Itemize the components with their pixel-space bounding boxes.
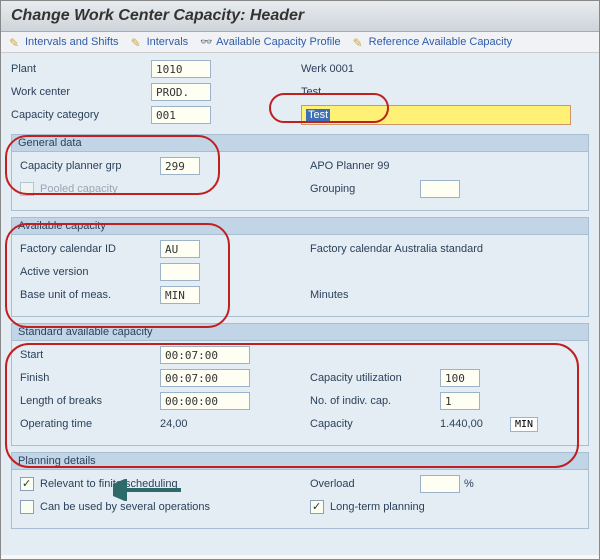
general-data-header: General data	[12, 135, 588, 152]
cpg-input[interactable]	[160, 157, 200, 175]
avail-profile-label: Available Capacity Profile	[216, 36, 341, 48]
content-area: Plant Work center Capacity category Werk…	[1, 53, 599, 555]
cc-input[interactable]	[151, 106, 211, 124]
standard-capacity-header: Standard available capacity	[12, 324, 588, 341]
cap-label: Capacity	[310, 418, 440, 430]
longterm-label: Long-term planning	[330, 501, 425, 513]
available-capacity-group: Available capacity Factory calendar ID A…	[11, 217, 589, 317]
cap-unit: MIN	[510, 417, 538, 432]
cc-desc[interactable]: Test	[306, 109, 330, 121]
pooled-checkbox	[20, 182, 34, 196]
finish-input[interactable]	[160, 369, 250, 387]
cpg-label: Capacity planner grp	[20, 160, 160, 172]
available-capacity-header: Available capacity	[12, 218, 588, 235]
fcal-input[interactable]	[160, 240, 200, 258]
toolbar: Intervals and Shifts Intervals Available…	[1, 32, 599, 53]
longterm-checkbox[interactable]	[310, 500, 324, 514]
fcal-label: Factory calendar ID	[20, 243, 160, 255]
av-label: Active version	[20, 266, 160, 278]
overload-unit: %	[464, 478, 474, 490]
pencil-icon	[131, 36, 143, 48]
util-input[interactable]	[440, 369, 480, 387]
util-label: Capacity utilization	[310, 372, 440, 384]
ref-avail-link[interactable]: Reference Available Capacity	[353, 36, 513, 48]
plant-input[interactable]	[151, 60, 211, 78]
av-input[interactable]	[160, 263, 200, 281]
start-label: Start	[20, 349, 160, 361]
intervals-shifts-link[interactable]: Intervals and Shifts	[9, 36, 119, 48]
grouping-input[interactable]	[420, 180, 460, 198]
indiv-input[interactable]	[440, 392, 480, 410]
finish-label: Finish	[20, 372, 160, 384]
intervals-label: Intervals	[147, 36, 189, 48]
wc-label: Work center	[11, 86, 151, 98]
intervals-shifts-label: Intervals and Shifts	[25, 36, 119, 48]
overload-label: Overload	[310, 478, 420, 490]
several-label: Can be used by several operations	[40, 501, 210, 513]
breaks-input[interactable]	[160, 392, 250, 410]
cpg-desc: APO Planner 99	[310, 160, 390, 172]
overload-input[interactable]	[420, 475, 460, 493]
standard-capacity-group: Standard available capacity Start Finish…	[11, 323, 589, 446]
grouping-label: Grouping	[310, 183, 420, 195]
plant-label: Plant	[11, 63, 151, 75]
several-checkbox[interactable]	[20, 500, 34, 514]
uom-input[interactable]	[160, 286, 200, 304]
indiv-label: No. of indiv. cap.	[310, 395, 440, 407]
wc-input[interactable]	[151, 83, 211, 101]
start-input[interactable]	[160, 346, 250, 364]
breaks-label: Length of breaks	[20, 395, 160, 407]
page-title: Change Work Center Capacity: Header	[1, 1, 599, 32]
pencil-icon	[353, 36, 365, 48]
plant-desc: Werk 0001	[301, 63, 354, 75]
cc-label: Capacity category	[11, 109, 151, 121]
pencil-icon	[9, 36, 21, 48]
ref-avail-label: Reference Available Capacity	[369, 36, 513, 48]
finite-checkbox[interactable]	[20, 477, 34, 491]
finite-label: Relevant to finite scheduling	[40, 478, 178, 490]
uom-desc: Minutes	[310, 289, 349, 301]
optime-label: Operating time	[20, 418, 160, 430]
planning-details-group: Planning details Relevant to finite sche…	[11, 452, 589, 529]
planning-details-header: Planning details	[12, 453, 588, 470]
pooled-label: Pooled capacity	[40, 183, 180, 195]
avail-profile-link[interactable]: Available Capacity Profile	[200, 36, 341, 48]
general-data-group: General data Capacity planner grp Pooled…	[11, 134, 589, 211]
glasses-icon	[200, 36, 212, 48]
cap-value: 1.440,00	[440, 418, 510, 430]
uom-label: Base unit of meas.	[20, 289, 160, 301]
optime-value: 24,00	[160, 418, 250, 430]
wc-desc: Test	[301, 86, 321, 98]
intervals-link[interactable]: Intervals	[131, 36, 189, 48]
fcal-desc: Factory calendar Australia standard	[310, 243, 483, 255]
